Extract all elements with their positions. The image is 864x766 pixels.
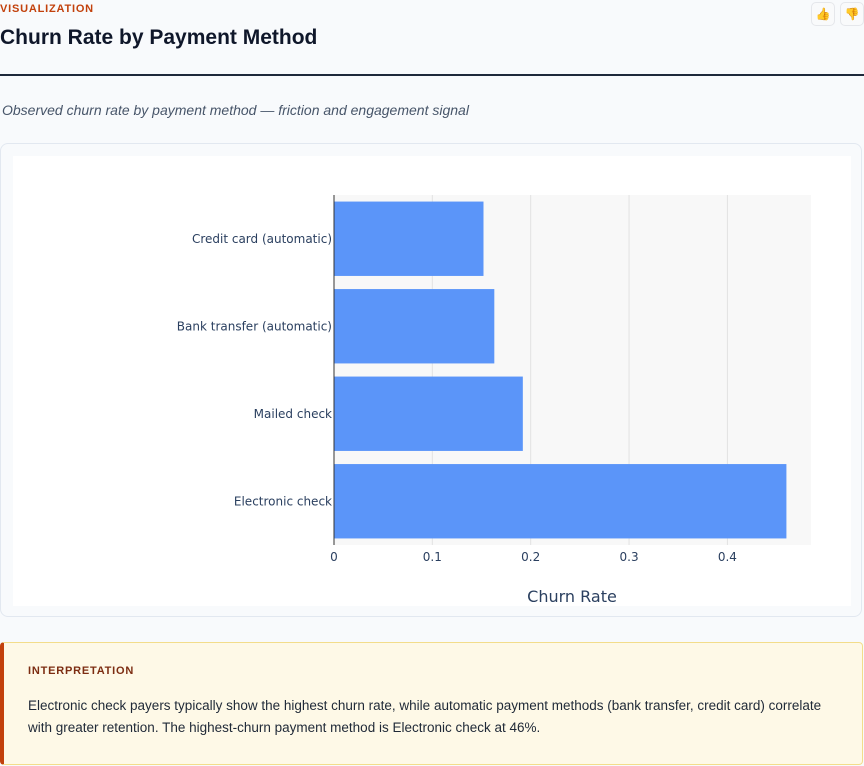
bar-chart: Credit card (automatic) Bank transfer (au…	[177, 195, 811, 606]
x-tick-label: 0	[330, 550, 338, 564]
x-tick-label: 0.3	[620, 550, 639, 564]
x-tick-label: 0.2	[521, 550, 540, 564]
bar[interactable]	[334, 201, 484, 276]
x-tick-label: 0.1	[423, 550, 442, 564]
interpretation-label: INTERPRETATION	[28, 665, 135, 677]
chart-card: Credit card (automatic) Bank transfer (au…	[0, 143, 862, 617]
thumbs-up-button[interactable]: 👍	[811, 2, 835, 26]
y-tick-label: Electronic check	[234, 494, 332, 508]
chart-container: Credit card (automatic) Bank transfer (au…	[13, 156, 851, 606]
thumbs-up-icon: 👍	[815, 7, 831, 21]
x-tick-label: 0.4	[718, 550, 737, 564]
page-title: Churn Rate by Payment Method	[0, 26, 318, 49]
bar[interactable]	[334, 376, 523, 451]
thumbs-down-button[interactable]: 👎	[840, 2, 864, 26]
interpretation-callout: INTERPRETATION Electronic check payers t…	[0, 642, 863, 765]
header: VISUALIZATION Churn Rate by Payment Meth…	[0, 0, 864, 76]
bar[interactable]	[334, 464, 787, 539]
bar[interactable]	[334, 289, 495, 364]
y-tick-label: Credit card (automatic)	[192, 232, 332, 246]
x-axis-title: Churn Rate	[527, 587, 617, 606]
y-tick-label: Bank transfer (automatic)	[177, 319, 332, 333]
chart-subtitle: Observed churn rate by payment method — …	[2, 102, 469, 118]
header-divider	[0, 74, 864, 76]
thumbs-down-icon: 👎	[844, 7, 860, 21]
interpretation-text: Electronic check payers typically show t…	[28, 698, 822, 735]
y-tick-label: Mailed check	[254, 407, 332, 421]
section-eyebrow: VISUALIZATION	[0, 3, 94, 15]
